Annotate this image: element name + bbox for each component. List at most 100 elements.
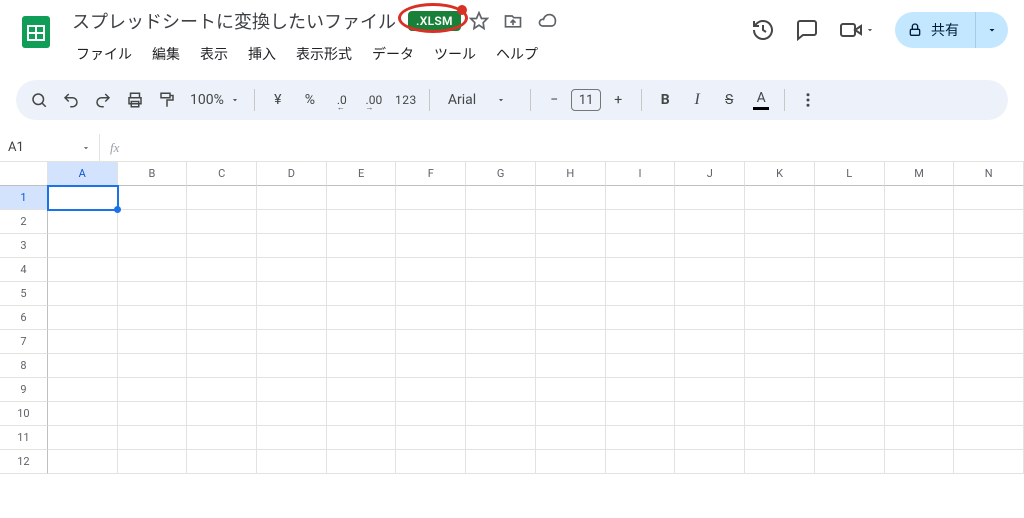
cell[interactable] <box>536 282 606 306</box>
decrease-decimal-button[interactable]: .0← <box>327 85 357 115</box>
cell[interactable] <box>466 306 536 330</box>
share-button[interactable]: 共有 <box>895 12 975 48</box>
cell[interactable] <box>48 234 118 258</box>
cell[interactable] <box>257 378 327 402</box>
cell[interactable] <box>466 258 536 282</box>
cell[interactable] <box>815 282 885 306</box>
cell[interactable] <box>187 450 257 474</box>
more-tools-icon[interactable] <box>793 85 823 115</box>
print-icon[interactable] <box>120 85 150 115</box>
column-header[interactable]: F <box>396 162 466 186</box>
row-header[interactable]: 12 <box>0 450 48 474</box>
cell[interactable] <box>745 306 815 330</box>
cell[interactable] <box>118 402 188 426</box>
cell[interactable] <box>536 330 606 354</box>
column-header[interactable]: L <box>815 162 885 186</box>
bold-button[interactable]: B <box>650 85 680 115</box>
select-all-corner[interactable] <box>0 162 48 186</box>
cell[interactable] <box>118 330 188 354</box>
cell[interactable] <box>815 186 885 210</box>
cell[interactable] <box>745 402 815 426</box>
cell[interactable] <box>536 354 606 378</box>
cell[interactable] <box>675 378 745 402</box>
row-header[interactable]: 8 <box>0 354 48 378</box>
cell[interactable] <box>745 378 815 402</box>
cell[interactable] <box>396 282 466 306</box>
menu-file[interactable]: ファイル <box>68 40 140 68</box>
cell[interactable] <box>118 210 188 234</box>
row-header[interactable]: 3 <box>0 234 48 258</box>
cell[interactable] <box>954 282 1024 306</box>
cell[interactable] <box>536 234 606 258</box>
cell[interactable] <box>745 330 815 354</box>
cell[interactable] <box>954 258 1024 282</box>
move-icon[interactable] <box>503 11 523 31</box>
cell[interactable] <box>745 450 815 474</box>
cell[interactable] <box>675 426 745 450</box>
star-icon[interactable] <box>469 11 489 31</box>
column-header[interactable]: H <box>536 162 606 186</box>
column-header[interactable]: A <box>48 162 118 186</box>
number-format-button[interactable]: 123 <box>391 85 421 115</box>
cell[interactable] <box>327 330 397 354</box>
cell[interactable] <box>118 450 188 474</box>
cell[interactable] <box>48 282 118 306</box>
cell[interactable] <box>396 378 466 402</box>
cell[interactable] <box>536 210 606 234</box>
cell[interactable] <box>606 210 676 234</box>
cell[interactable] <box>466 354 536 378</box>
file-extension-badge[interactable]: .XLSM <box>408 11 461 31</box>
cell[interactable] <box>257 282 327 306</box>
cell[interactable] <box>745 258 815 282</box>
cell[interactable] <box>327 186 397 210</box>
formula-bar[interactable] <box>129 134 1024 161</box>
column-header[interactable]: N <box>954 162 1024 186</box>
cell[interactable] <box>396 210 466 234</box>
cell[interactable] <box>48 402 118 426</box>
cell[interactable] <box>396 234 466 258</box>
cell[interactable] <box>954 354 1024 378</box>
cell[interactable] <box>815 378 885 402</box>
cell[interactable] <box>536 258 606 282</box>
cell[interactable] <box>815 306 885 330</box>
cell[interactable] <box>885 306 955 330</box>
cell[interactable] <box>118 258 188 282</box>
column-header[interactable]: D <box>257 162 327 186</box>
cell[interactable] <box>327 354 397 378</box>
cell[interactable] <box>187 402 257 426</box>
row-header[interactable]: 4 <box>0 258 48 282</box>
cell[interactable] <box>257 354 327 378</box>
history-icon[interactable] <box>751 18 775 42</box>
column-header[interactable]: K <box>745 162 815 186</box>
cell[interactable] <box>606 306 676 330</box>
cell[interactable] <box>118 306 188 330</box>
column-header[interactable]: G <box>466 162 536 186</box>
column-header[interactable]: C <box>187 162 257 186</box>
cell[interactable] <box>536 402 606 426</box>
cell[interactable] <box>745 354 815 378</box>
font-size-increase[interactable]: + <box>603 85 633 115</box>
cell[interactable] <box>675 186 745 210</box>
cell[interactable] <box>815 450 885 474</box>
cell[interactable] <box>466 330 536 354</box>
currency-button[interactable]: ¥ <box>263 85 293 115</box>
cell[interactable] <box>606 402 676 426</box>
cell[interactable] <box>606 186 676 210</box>
cell[interactable] <box>466 282 536 306</box>
cell[interactable] <box>396 426 466 450</box>
cell[interactable] <box>466 402 536 426</box>
cell[interactable] <box>187 426 257 450</box>
zoom-select[interactable]: 100% <box>184 85 246 115</box>
cell[interactable] <box>885 210 955 234</box>
meet-icon[interactable] <box>839 18 875 42</box>
cell[interactable] <box>675 210 745 234</box>
cell[interactable] <box>187 234 257 258</box>
cell[interactable] <box>327 210 397 234</box>
cell[interactable] <box>745 234 815 258</box>
cell[interactable] <box>675 234 745 258</box>
cell[interactable] <box>885 282 955 306</box>
cell[interactable] <box>48 186 118 210</box>
cell[interactable] <box>815 330 885 354</box>
comments-icon[interactable] <box>795 18 819 42</box>
cell[interactable] <box>954 402 1024 426</box>
